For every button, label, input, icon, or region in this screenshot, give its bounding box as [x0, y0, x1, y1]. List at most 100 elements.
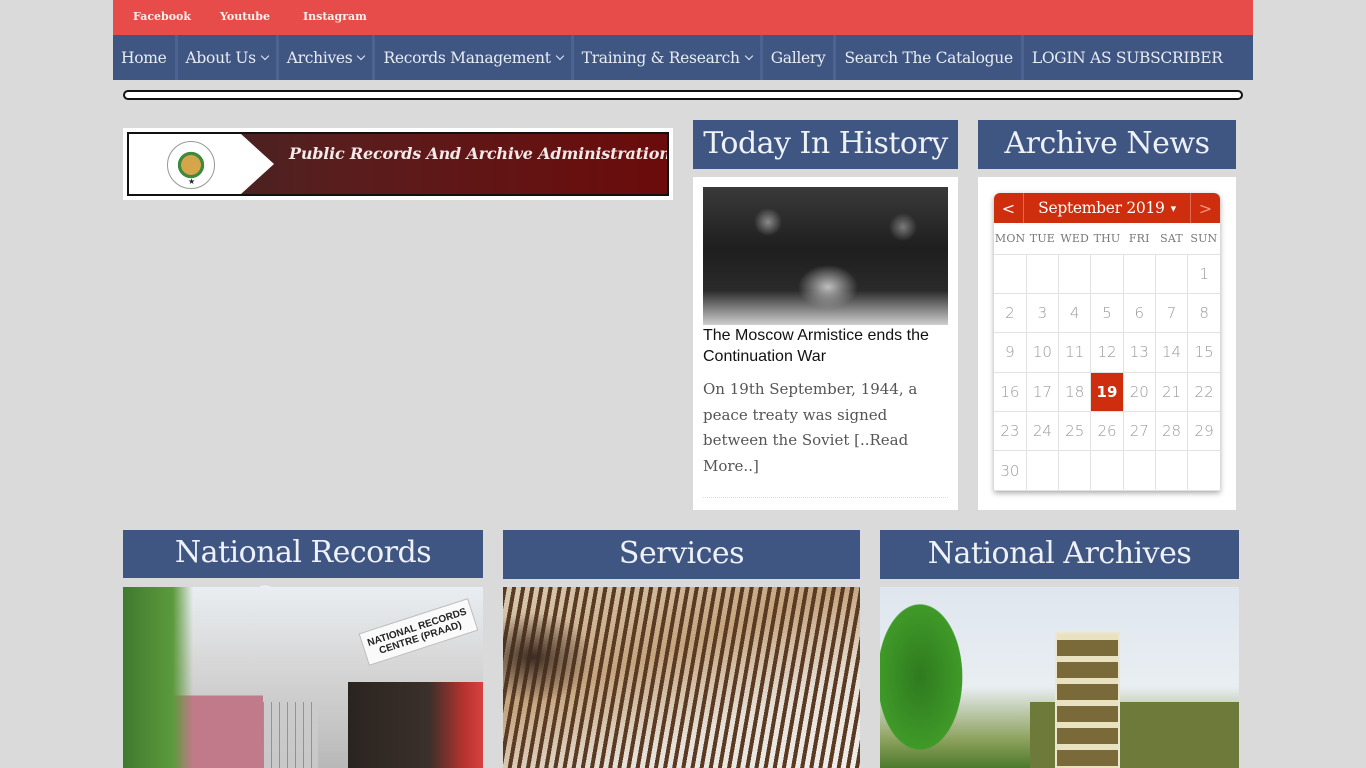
- page: Facebook Youtube Instagram Home About Us…: [113, 0, 1253, 768]
- nav-item-archives[interactable]: Archives: [279, 35, 376, 80]
- nav-label: Gallery: [770, 48, 826, 67]
- calendar-day[interactable]: 30: [994, 450, 1027, 491]
- calendar-header: < September 2019 ▾ >: [994, 193, 1220, 223]
- weekday-wed: WED: [1058, 223, 1091, 255]
- calendar-day[interactable]: 26: [1090, 411, 1124, 452]
- national-records-centre-heading: National Records Centre: [123, 530, 483, 616]
- calendar-empty-cell: [994, 253, 1027, 294]
- calendar-day[interactable]: 10: [1025, 332, 1060, 373]
- calendar-next-button[interactable]: >: [1190, 193, 1220, 223]
- nav-label: Training & Research: [581, 48, 740, 67]
- calendar-empty-cell: [1090, 253, 1124, 294]
- calendar-day[interactable]: 4: [1058, 292, 1092, 334]
- calendar-day[interactable]: 14: [1154, 332, 1189, 373]
- banner-image: ★ Public Records And Archive Administrat…: [127, 132, 669, 196]
- nav-item-gallery[interactable]: Gallery: [763, 35, 837, 80]
- calendar-day[interactable]: 28: [1154, 411, 1189, 452]
- calendar-day[interactable]: 6: [1122, 292, 1156, 334]
- calendar-day[interactable]: 15: [1187, 332, 1220, 373]
- calendar-empty-cell: [1058, 253, 1092, 294]
- calendar-empty-cell: [1154, 253, 1189, 294]
- calendar-empty-cell: [1058, 450, 1092, 491]
- calendar-day[interactable]: 2: [994, 292, 1027, 334]
- calendar-day[interactable]: 16: [994, 371, 1027, 413]
- banner-title: Public Records And Archive Administratio…: [289, 144, 669, 163]
- caret-down-icon: ▾: [1170, 201, 1177, 215]
- history-title[interactable]: The Moscow Armistice ends the Continuati…: [703, 325, 948, 367]
- search-input[interactable]: [123, 90, 1243, 100]
- calendar-month-select[interactable]: September 2019 ▾: [1024, 193, 1190, 223]
- facebook-link[interactable]: Facebook: [133, 10, 191, 23]
- calendar: < September 2019 ▾ > MON TUE WED THU FRI SAT SU…: [994, 193, 1220, 491]
- calendar-day[interactable]: 1: [1187, 253, 1220, 294]
- coat-of-arms-seal-icon: ★: [167, 141, 215, 189]
- calendar-empty-cell: [1122, 450, 1156, 491]
- calendar-day[interactable]: 5: [1090, 292, 1124, 334]
- calendar-day[interactable]: 12: [1090, 332, 1124, 373]
- building-tower: [1055, 632, 1120, 768]
- main-nav: Home About Us Archives Records Managemen…: [113, 35, 1253, 80]
- chevron-down-icon: [260, 51, 269, 60]
- calendar-week-row: 23 24 25 26 27 28 29: [994, 411, 1220, 452]
- nav-label: Archives: [286, 48, 353, 67]
- weekday-thu: THU: [1090, 223, 1124, 255]
- calendar-day[interactable]: 7: [1154, 292, 1189, 334]
- calendar-empty-cell: [1154, 450, 1189, 491]
- today-in-history-heading: Today In History: [693, 120, 958, 169]
- weekday-tue: TUE: [1026, 223, 1059, 255]
- department-banner[interactable]: ★ Public Records And Archive Administrat…: [123, 128, 673, 200]
- calendar-grid: MON TUE WED THU FRI SAT SUN 1 2 3 4 5 6 7 8 9 10 11 12 13 1…: [994, 223, 1220, 491]
- calendar-day[interactable]: 21: [1154, 371, 1189, 413]
- calendar-week-row: 30: [994, 450, 1220, 491]
- calendar-day[interactable]: 13: [1122, 332, 1156, 373]
- chevron-down-icon: [744, 51, 753, 60]
- nav-item-training-research[interactable]: Training & Research: [574, 35, 763, 80]
- services-image[interactable]: [503, 587, 860, 768]
- calendar-day[interactable]: 11: [1058, 332, 1092, 373]
- calendar-day[interactable]: 17: [1025, 371, 1060, 413]
- calendar-day[interactable]: 8: [1187, 292, 1220, 334]
- social-bar: Facebook Youtube Instagram: [113, 0, 1253, 35]
- calendar-day-today[interactable]: 19: [1090, 371, 1124, 413]
- nav-label: Search The Catalogue: [844, 48, 1013, 67]
- calendar-day[interactable]: 27: [1122, 411, 1156, 452]
- calendar-day[interactable]: 18: [1058, 371, 1092, 413]
- nav-item-records-management[interactable]: Records Management: [375, 35, 574, 80]
- weekday-row: MON TUE WED THU FRI SAT SUN: [994, 223, 1220, 255]
- building-sign: NATIONAL RECORDS CENTRE (PRAAD): [358, 598, 479, 666]
- calendar-day[interactable]: 29: [1187, 411, 1220, 452]
- window-grille: [263, 702, 318, 768]
- calendar-week-row: 1: [994, 253, 1220, 294]
- calendar-day[interactable]: 20: [1122, 371, 1156, 413]
- calendar-day[interactable]: 9: [994, 332, 1027, 373]
- history-photo[interactable]: [703, 187, 948, 325]
- archive-news-heading: Archive News: [978, 120, 1236, 169]
- national-archives-heading: National Archives: [880, 530, 1239, 579]
- calendar-week-row: 16 17 18 19 20 21 22: [994, 371, 1220, 413]
- calendar-day[interactable]: 3: [1025, 292, 1060, 334]
- calendar-empty-cell: [1025, 450, 1060, 491]
- weekday-sun: SUN: [1187, 223, 1220, 255]
- calendar-day[interactable]: 24: [1025, 411, 1060, 452]
- instagram-link[interactable]: Instagram: [303, 10, 367, 23]
- national-records-centre-image[interactable]: NATIONAL RECORDS CENTRE (PRAAD): [123, 587, 483, 768]
- nav-item-login-subscriber[interactable]: LOGIN AS SUBSCRIBER: [1024, 35, 1231, 80]
- calendar-prev-button[interactable]: <: [994, 193, 1024, 223]
- nav-label: Records Management: [383, 48, 551, 67]
- chevron-down-icon: [357, 51, 366, 60]
- calendar-week-row: 2345678: [994, 292, 1220, 334]
- history-excerpt: On 19th September, 1944, a peace treaty …: [703, 377, 938, 479]
- nav-item-about-us[interactable]: About Us: [178, 35, 279, 80]
- calendar-day[interactable]: 23: [994, 411, 1027, 452]
- nav-item-search-catalogue[interactable]: Search The Catalogue: [836, 35, 1024, 80]
- archive-news-card: < September 2019 ▾ > MON TUE WED THU FRI SAT SU…: [978, 177, 1236, 510]
- calendar-day[interactable]: 25: [1058, 411, 1092, 452]
- calendar-empty-cell: [1090, 450, 1124, 491]
- month-label: September 2019: [1038, 199, 1165, 217]
- services-heading: Services: [503, 530, 860, 579]
- nav-item-home[interactable]: Home: [113, 35, 178, 80]
- divider: [703, 497, 948, 498]
- youtube-link[interactable]: Youtube: [220, 10, 270, 23]
- calendar-day[interactable]: 22: [1187, 371, 1220, 413]
- national-archives-image[interactable]: [880, 587, 1239, 768]
